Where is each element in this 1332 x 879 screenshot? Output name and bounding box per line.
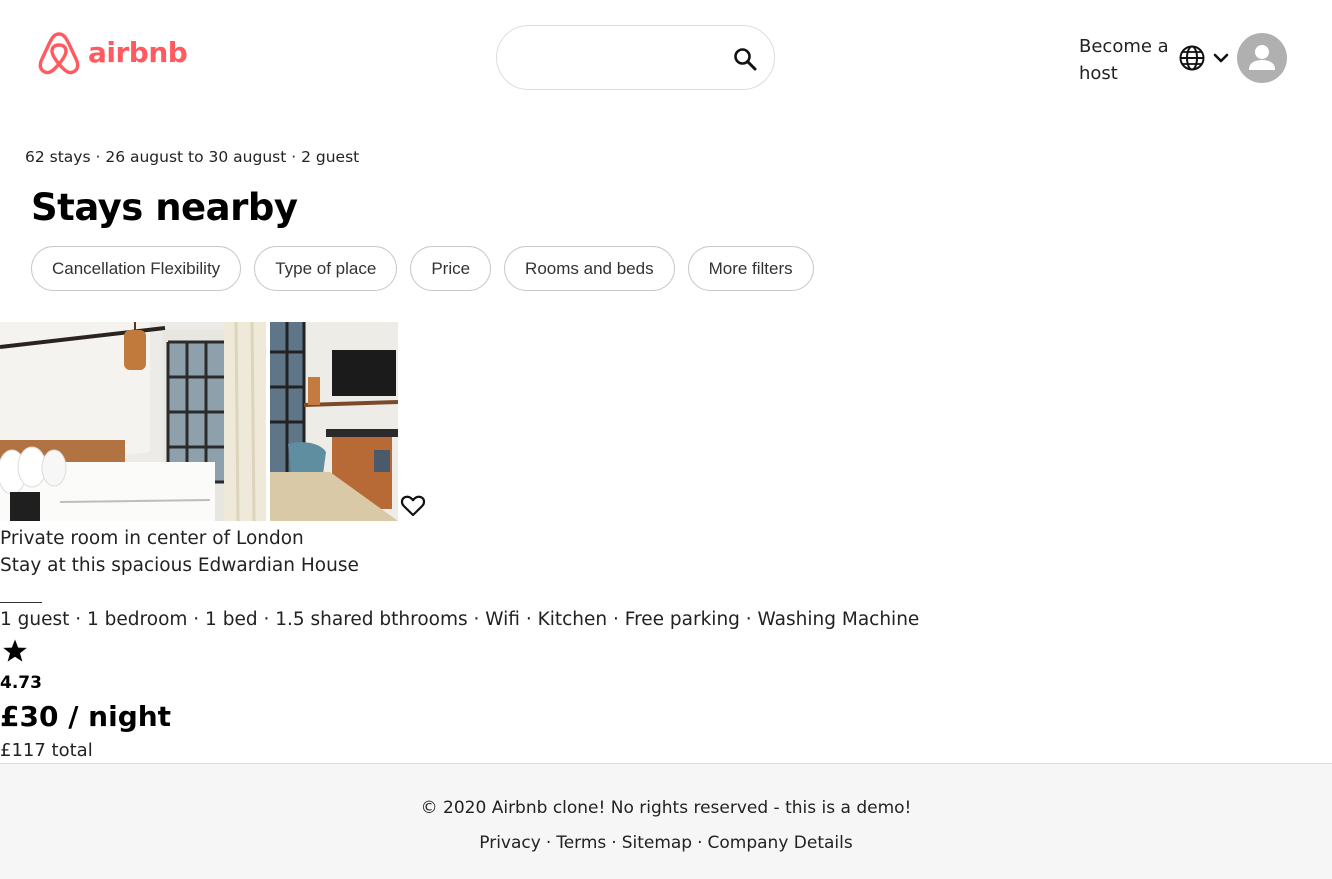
footer-separator: ·: [545, 833, 552, 853]
filter-rooms-beds-button[interactable]: Rooms and beds: [504, 246, 675, 291]
desk-image: [270, 322, 398, 521]
filter-type-of-place-button[interactable]: Type of place: [254, 246, 398, 291]
star-icon: [3, 639, 27, 662]
listing-title[interactable]: Stay at this spacious Edwardian House: [0, 555, 359, 576]
footer-link-sitemap[interactable]: Sitemap: [622, 833, 692, 853]
heart-icon[interactable]: [400, 493, 426, 519]
listing-rating: 4.73: [0, 673, 42, 693]
footer-link-privacy[interactable]: Privacy: [479, 833, 541, 853]
listing-total: £117 total: [0, 740, 93, 761]
search-summary: 62 stays · 26 august to 30 august · 2 gu…: [25, 148, 360, 166]
top-header: airbnb Become a host: [0, 0, 1332, 110]
listing-amenities: 1 guest · 1 bedroom · 1 bed · 1.5 shared…: [0, 609, 920, 630]
listing-type: Private room in center of London: [0, 528, 304, 549]
listing-divider: [0, 602, 42, 603]
footer-link-company-details[interactable]: Company Details: [708, 833, 853, 853]
airbnb-logo[interactable]: airbnb: [36, 28, 188, 78]
logo-text: airbnb: [88, 35, 188, 69]
listing-photos[interactable]: [0, 322, 398, 521]
search-input[interactable]: [517, 44, 717, 72]
become-host-link[interactable]: Become a host: [1079, 33, 1174, 87]
filter-more-button[interactable]: More filters: [687, 246, 814, 291]
listing-photo-bedroom[interactable]: [0, 322, 266, 521]
bedroom-image: [0, 322, 266, 521]
footer-links: Privacy · Terms · Sitemap · Company Deta…: [0, 833, 1332, 853]
footer-link-terms[interactable]: Terms: [556, 833, 606, 853]
user-icon: [1249, 45, 1275, 70]
footer-separator: ·: [697, 833, 703, 853]
filter-price-button[interactable]: Price: [410, 246, 492, 291]
filter-bar: Cancellation Flexibility Type of place P…: [31, 246, 814, 291]
search-bar[interactable]: [496, 25, 775, 90]
search-icon[interactable]: [732, 46, 758, 72]
user-avatar[interactable]: [1237, 33, 1287, 83]
globe-icon[interactable]: [1178, 44, 1206, 72]
copyright-text: © 2020 Airbnb clone! No rights reserved …: [420, 798, 912, 818]
listing-photo-desk[interactable]: [270, 322, 398, 521]
airbnb-belo-icon: [38, 32, 80, 75]
filter-cancellation-button[interactable]: Cancellation Flexibility: [31, 246, 242, 291]
chevron-down-icon[interactable]: [1212, 50, 1230, 66]
page-title: Stays nearby: [31, 186, 298, 229]
footer-separator: ·: [611, 833, 617, 853]
page-footer: © 2020 Airbnb clone! No rights reserved …: [0, 763, 1332, 879]
listing-price: £30 / night: [0, 700, 172, 733]
